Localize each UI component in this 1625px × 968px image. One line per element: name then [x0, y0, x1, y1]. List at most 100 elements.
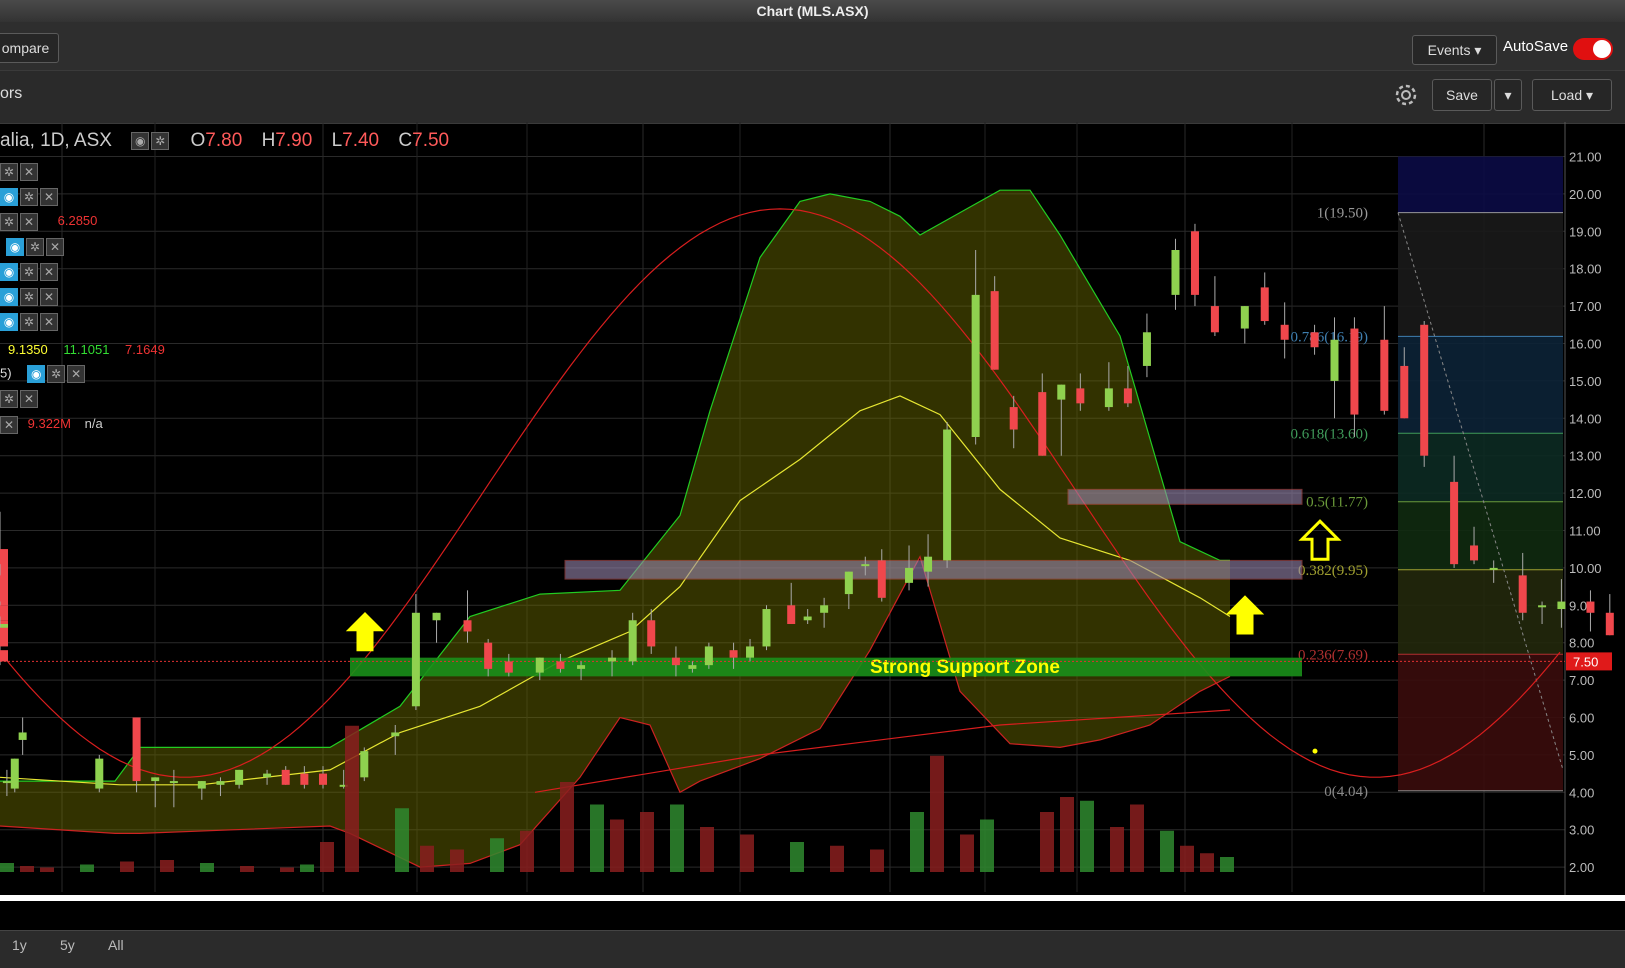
autosave-label: AutoSave — [1503, 38, 1569, 55]
close-icon[interactable]: ✕ — [40, 263, 58, 281]
eye-icon[interactable]: ◉ — [131, 131, 150, 150]
close-icon[interactable]: ✕ — [20, 213, 38, 231]
y-tick-label: 21.00 — [1569, 150, 1602, 165]
gear-icon[interactable]: ✲ — [151, 131, 170, 150]
price-chart[interactable]: 21.00 20.00 19.00 18.00 17.00 16.00 15.00 14.00… — [0, 122, 1625, 899]
indicator-row-5: ◉ ✲ ✕ — [0, 263, 60, 281]
last-price-label: 7.50 — [1573, 654, 1598, 669]
events-dropdown[interactable]: Events ▾ — [1412, 35, 1497, 65]
candle-body — [1450, 481, 1459, 565]
close-icon[interactable]: ✕ — [40, 313, 58, 331]
candle-body — [132, 717, 141, 782]
close-icon[interactable]: ✕ — [20, 390, 38, 408]
volume-value: 9.322M — [27, 416, 71, 432]
fib-band — [1398, 654, 1563, 791]
range-5y-button[interactable]: 5y — [60, 937, 75, 953]
close-icon[interactable]: ✕ — [40, 188, 58, 206]
low-label: L — [331, 130, 343, 151]
indicator-row-9: 5) ◉ ✲ ✕ — [0, 365, 87, 383]
candle-body — [688, 665, 697, 669]
candle-body — [1380, 339, 1389, 411]
gear-icon[interactable]: ✲ — [47, 365, 66, 383]
volume-bar — [830, 845, 844, 872]
eye-icon[interactable]: ◉ — [0, 288, 18, 306]
compare-button[interactable]: ompare — [0, 33, 59, 63]
gear-icon[interactable]: ✲ — [0, 163, 18, 181]
volume-bar — [40, 867, 54, 872]
candle-body — [1190, 231, 1199, 295]
candle-body — [411, 612, 420, 707]
volume-extra: n/a — [84, 416, 103, 432]
volume-bar — [610, 819, 624, 872]
indicators-button[interactable]: ors — [0, 85, 22, 103]
high-label: H — [261, 130, 276, 151]
gear-icon[interactable]: ✲ — [0, 390, 18, 408]
volume-bar — [20, 866, 34, 872]
fib-label: 0.382(9.95) — [1298, 563, 1368, 579]
candle-body — [608, 657, 617, 662]
volume-bar — [120, 861, 134, 872]
high-value: 7.90 — [275, 130, 313, 151]
candle-body — [1350, 328, 1359, 415]
close-icon[interactable]: ✕ — [46, 238, 64, 256]
gear-icon[interactable]: ✲ — [20, 313, 38, 331]
candle-body — [235, 769, 244, 785]
range-selector: 1y 5y All — [0, 930, 1625, 968]
candle-body — [577, 665, 586, 669]
gear-icon[interactable]: ✲ — [26, 238, 44, 256]
load-dropdown[interactable]: Load ▾ — [1532, 79, 1612, 111]
volume-bar — [1130, 804, 1144, 872]
candle-body — [943, 429, 952, 561]
y-tick-label: 18.00 — [1569, 262, 1602, 277]
chart-area[interactable]: 21.00 20.00 19.00 18.00 17.00 16.00 15.00 14.00… — [0, 122, 1625, 899]
volume-bar — [930, 755, 944, 872]
autosave-toggle[interactable] — [1573, 38, 1613, 60]
eye-icon[interactable]: ◉ — [0, 188, 18, 206]
indicator-suffix: 5) — [0, 365, 12, 381]
candle-body — [1057, 384, 1066, 400]
candle-body — [1104, 388, 1113, 408]
range-1y-button[interactable]: 1y — [12, 937, 27, 953]
candle-body — [1489, 567, 1498, 570]
save-options-dropdown[interactable]: ▾ — [1494, 79, 1522, 111]
y-tick-label: 13.00 — [1569, 449, 1602, 464]
eye-icon[interactable]: ◉ — [0, 313, 18, 331]
y-tick-label: 6.00 — [1569, 711, 1594, 726]
candle-body — [1123, 388, 1132, 404]
volume-bar — [320, 842, 334, 872]
eye-icon[interactable]: ◉ — [6, 238, 24, 256]
candle-body — [281, 769, 290, 785]
indicator-row-6: ◉ ✲ ✕ — [0, 288, 60, 306]
fib-band — [1398, 569, 1563, 655]
volume-bar — [420, 845, 434, 872]
gear-icon[interactable]: ✲ — [0, 213, 18, 231]
gear-icon[interactable] — [1392, 81, 1420, 109]
volume-bar — [640, 812, 654, 872]
resistance-zone-upper — [1067, 488, 1303, 505]
candle-body — [432, 612, 441, 621]
volume-bar — [670, 804, 684, 872]
candle-body — [1210, 306, 1219, 333]
candle-body — [1240, 306, 1249, 329]
gear-icon[interactable]: ✲ — [20, 188, 38, 206]
volume-bar — [1160, 830, 1174, 872]
eye-icon[interactable]: ◉ — [0, 263, 18, 281]
volume-bar — [300, 864, 314, 872]
close-icon[interactable]: ✕ — [67, 365, 86, 383]
gear-icon[interactable]: ✲ — [20, 288, 38, 306]
volume-bar — [960, 834, 974, 872]
close-icon[interactable]: ✕ — [20, 163, 38, 181]
y-tick-label: 10.00 — [1569, 561, 1602, 576]
close-icon[interactable]: ✕ — [0, 416, 18, 434]
eye-icon[interactable]: ◉ — [27, 365, 46, 383]
y-tick-label: 17.00 — [1569, 299, 1602, 314]
candle-body — [0, 627, 8, 647]
range-all-button[interactable]: All — [108, 937, 124, 953]
save-button[interactable]: Save — [1432, 79, 1492, 111]
close-icon[interactable]: ✕ — [40, 288, 58, 306]
indicator-row-2: ◉ ✲ ✕ — [0, 188, 60, 206]
up-arrow-annotation — [1225, 595, 1265, 635]
volume-bar — [1060, 797, 1074, 872]
fib-band — [1398, 156, 1563, 213]
gear-icon[interactable]: ✲ — [20, 263, 38, 281]
